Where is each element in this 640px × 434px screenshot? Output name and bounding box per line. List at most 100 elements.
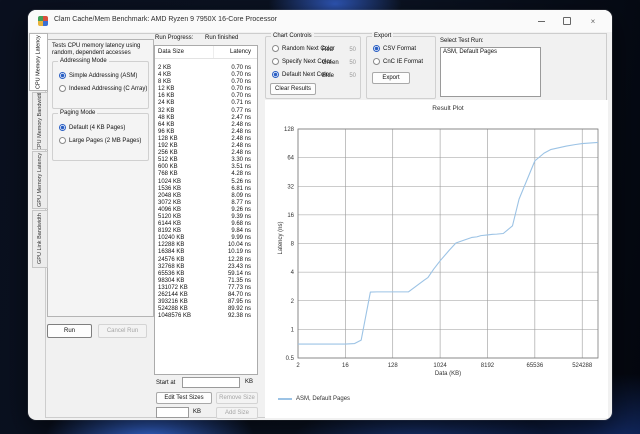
rgb-row-blue: Blue50	[322, 69, 356, 82]
table-row[interactable]: 1536 KB6.81 ns	[155, 186, 257, 193]
minimize-button[interactable]	[528, 11, 554, 31]
tab-gpu-link-bandwidth[interactable]: GPU Link Bandwidth	[32, 210, 48, 268]
table-row[interactable]: 8192 KB9.84 ns	[155, 228, 257, 235]
table-row[interactable]: 393216 KB87.95 ns	[155, 299, 257, 306]
table-row[interactable]: 65536 KB59.14 ns	[155, 271, 257, 278]
table-row[interactable]: 2 KB0.70 ns	[155, 65, 257, 72]
tab-gpu-memory-latency[interactable]: GPU Memory Latency	[32, 151, 48, 209]
radio-large-pages-2-mb-pages[interactable]: Large Pages (2 MB Pages)	[53, 134, 148, 147]
radio-label: Simple Addressing (ASM)	[69, 73, 137, 79]
run-button[interactable]: Run	[47, 324, 92, 338]
add-kb-label: KB	[193, 409, 201, 415]
table-row[interactable]: 24 KB0.71 ns	[155, 100, 257, 107]
legend-series-label: ASM, Default Pages	[296, 396, 350, 402]
radio-icon	[373, 58, 380, 65]
radio-icon	[59, 137, 66, 144]
cancel-run-button[interactable]: Cancel Run	[98, 324, 147, 338]
svg-text:2: 2	[291, 299, 295, 305]
table-row[interactable]: 96 KB2.48 ns	[155, 129, 257, 136]
remove-size-button[interactable]: Remove Size	[216, 392, 258, 404]
table-row[interactable]: 48 KB2.47 ns	[155, 115, 257, 122]
svg-text:0.5: 0.5	[286, 356, 295, 362]
tab-cpu-memory-latency[interactable]: CPU Memory Latency	[29, 33, 48, 91]
table-row[interactable]: 16 KB0.70 ns	[155, 93, 257, 100]
radio-label: CSV Format	[383, 46, 416, 52]
chart-legend: ASM, Default Pages	[278, 396, 350, 402]
table-row[interactable]: 8 KB0.70 ns	[155, 79, 257, 86]
table-row[interactable]: 128 KB2.48 ns	[155, 136, 257, 143]
table-row[interactable]: 1048576 KB92.38 ns	[155, 313, 257, 320]
clear-results-button[interactable]: Clear Results	[270, 83, 316, 95]
start-at-input[interactable]	[182, 377, 240, 388]
paging-mode-group: Paging Mode Default (4 KB Pages) Large Pa…	[52, 113, 149, 161]
svg-text:64: 64	[287, 156, 294, 162]
table-row[interactable]: 24576 KB12.28 ns	[155, 257, 257, 264]
table-row[interactable]: 3072 KB8.77 ns	[155, 200, 257, 207]
window-title: Clam Cache/Mem Benchmark: AMD Ryzen 9 79…	[54, 16, 277, 23]
svg-text:8: 8	[291, 242, 295, 248]
select-test-run-label: Select Test Run:	[440, 38, 484, 44]
table-row[interactable]: 524288 KB89.92 ns	[155, 306, 257, 313]
svg-text:524288: 524288	[572, 363, 593, 369]
table-row[interactable]: 512 KB3.30 ns	[155, 157, 257, 164]
radio-label: Large Pages (2 MB Pages)	[69, 138, 141, 144]
table-row[interactable]: 5120 KB9.39 ns	[155, 214, 257, 221]
legend-line-swatch	[278, 398, 292, 400]
export-group: Export CSV FormatCnC IE Format Export	[366, 36, 436, 99]
radio-icon	[272, 45, 279, 52]
table-row[interactable]: 64 KB2.48 ns	[155, 122, 257, 129]
radio-csv-format[interactable]: CSV Format	[367, 42, 435, 55]
svg-text:128: 128	[388, 363, 399, 369]
table-row[interactable]: 6144 KB9.68 ns	[155, 221, 257, 228]
table-row[interactable]: 10240 KB9.99 ns	[155, 235, 257, 242]
table-row[interactable]: 2048 KB8.09 ns	[155, 193, 257, 200]
table-row[interactable]: 32768 KB23.43 ns	[155, 264, 257, 271]
table-row[interactable]: 256 KB2.48 ns	[155, 150, 257, 157]
table-row[interactable]: 12 KB0.70 ns	[155, 86, 257, 93]
table-row[interactable]: 768 KB4.28 ns	[155, 171, 257, 178]
column-data-size[interactable]: Data Size	[155, 49, 213, 55]
radio-icon	[272, 71, 279, 78]
addressing-mode-options: Simple Addressing (ASM) Indexed Addressin…	[53, 62, 148, 95]
table-row[interactable]: 98304 KB71.35 ns	[155, 278, 257, 285]
radio-icon	[59, 72, 66, 79]
close-button[interactable]: ×	[580, 11, 606, 31]
radio-default-4-kb-pages[interactable]: Default (4 KB Pages)	[53, 121, 148, 134]
table-row[interactable]: 262144 KB84.70 ns	[155, 292, 257, 299]
result-plot: Result Plot 21612810248192655365242880.5…	[265, 100, 608, 418]
table-row[interactable]: 16384 KB10.19 ns	[155, 249, 257, 256]
table-row[interactable]: 192 KB2.48 ns	[155, 143, 257, 150]
minimize-icon	[538, 21, 545, 22]
radio-label: CnC IE Format	[383, 59, 423, 65]
radio-indexed-addressing-c-array[interactable]: Indexed Addressing (C Array)	[53, 82, 148, 95]
table-row[interactable]: 32 KB0.77 ns	[155, 108, 257, 115]
tab-cpu-memory-bandwidth[interactable]: CPU Memory Bandwidth	[32, 92, 48, 150]
list-item[interactable]: ASM, Default Pages	[441, 48, 540, 56]
svg-text:4: 4	[291, 270, 295, 276]
app-icon	[38, 16, 48, 26]
add-size-input[interactable]	[156, 407, 189, 418]
svg-text:1: 1	[291, 327, 295, 333]
export-button[interactable]: Export	[372, 72, 410, 84]
radio-cnc-ie-format[interactable]: CnC IE Format	[367, 55, 435, 68]
edit-test-sizes-button[interactable]: Edit Test Sizes	[156, 392, 212, 404]
column-latency[interactable]: Latency	[213, 46, 257, 58]
table-row[interactable]: 4 KB0.70 ns	[155, 72, 257, 79]
table-row[interactable]: 1024 KB5.26 ns	[155, 179, 257, 186]
add-size-button[interactable]: Add Size	[216, 407, 258, 419]
table-row[interactable]: 131072 KB77.73 ns	[155, 285, 257, 292]
rgb-row-red: Red50	[322, 43, 356, 56]
radio-simple-addressing-asm[interactable]: Simple Addressing (ASM)	[53, 69, 148, 82]
table-row[interactable]: 12288 KB10.04 ns	[155, 242, 257, 249]
table-row[interactable]: 4096 KB9.26 ns	[155, 207, 257, 214]
svg-text:65536: 65536	[526, 363, 543, 369]
chart-controls-group: Chart Controls Random Next ColorSpecify …	[265, 36, 361, 99]
table-row[interactable]: 600 KB3.51 ns	[155, 164, 257, 171]
results-header[interactable]: Data Size Latency	[155, 46, 257, 59]
desktop-background: Clam Cache/Mem Benchmark: AMD Ryzen 9 79…	[0, 0, 640, 434]
y-axis-label: Latency (ns)	[278, 208, 284, 268]
maximize-button[interactable]	[554, 11, 580, 31]
run-status: Run finished	[205, 35, 238, 41]
paging-mode-label: Paging Mode	[58, 110, 97, 117]
svg-text:8192: 8192	[481, 363, 495, 369]
